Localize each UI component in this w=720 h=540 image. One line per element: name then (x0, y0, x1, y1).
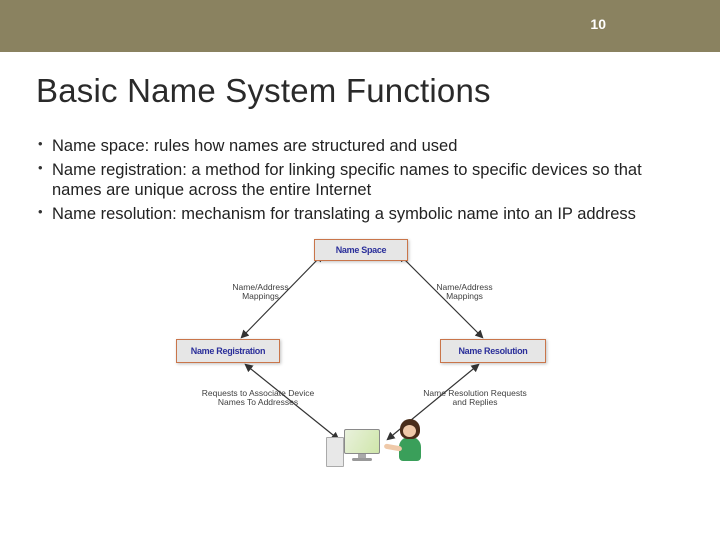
header-bar: 10 (0, 0, 720, 52)
bullet-item: Name resolution: mechanism for translati… (36, 204, 684, 225)
label-requests-right: Name Resolution Requests and Replies (416, 389, 534, 409)
slide-number: 10 (590, 16, 606, 32)
bullet-item: Name space: rules how names are structur… (36, 136, 684, 157)
box-name-registration: Name Registration (176, 339, 280, 363)
box-name-space: Name Space (314, 239, 408, 261)
computer-icon (340, 429, 384, 469)
bullet-list: Name space: rules how names are structur… (36, 136, 684, 225)
bullet-item: Name registration: a method for linking … (36, 160, 684, 201)
label-mappings-left: Name/Address Mappings (218, 283, 303, 303)
diagram: Name Space Name Registration Name Resolu… (150, 229, 570, 477)
box-name-resolution: Name Resolution (440, 339, 546, 363)
slide-title: Basic Name System Functions (36, 72, 684, 110)
label-requests-left: Requests to Associate Device Names To Ad… (198, 389, 318, 409)
slide-content: Basic Name System Functions Name space: … (0, 52, 720, 477)
label-mappings-right: Name/Address Mappings (422, 283, 507, 303)
